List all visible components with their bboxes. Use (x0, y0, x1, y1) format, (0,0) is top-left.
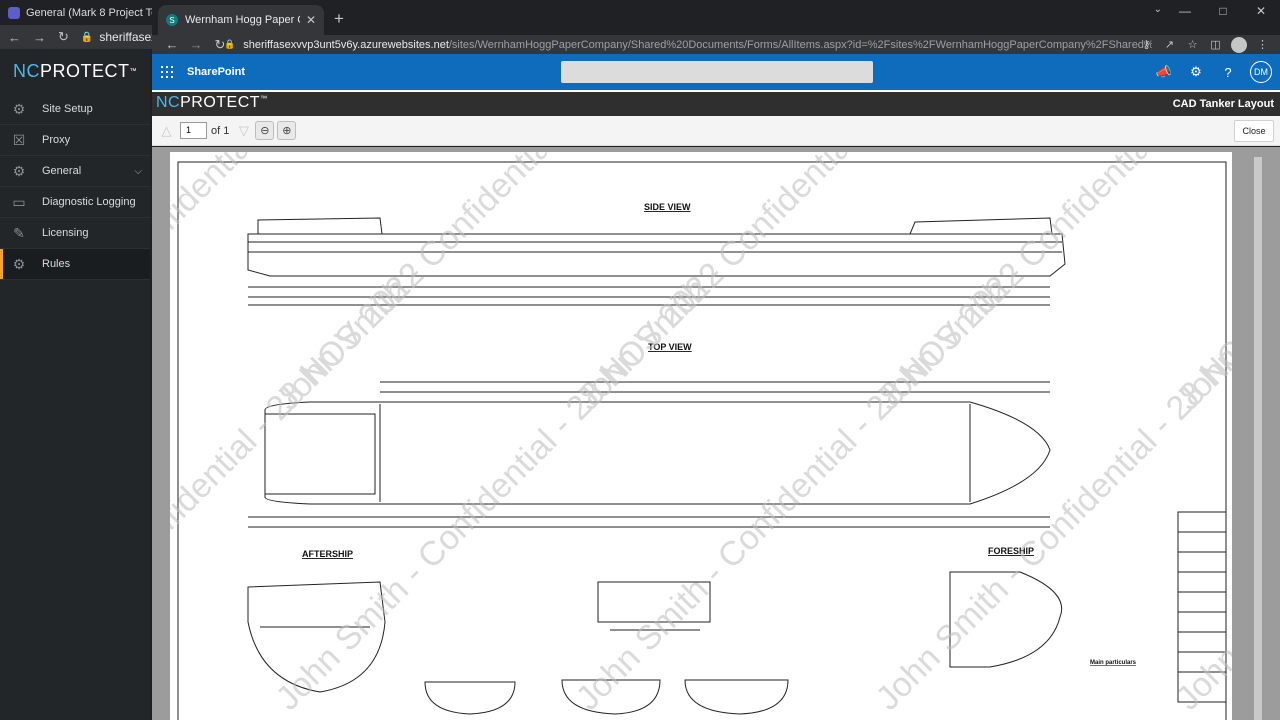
chevron-down-icon[interactable]: ⌵ (134, 166, 142, 177)
next-page-icon[interactable]: ▽ (235, 123, 252, 139)
sidebar-item-label: Rules (42, 258, 71, 270)
title-block (1177, 511, 1227, 703)
foreship-drawing (949, 571, 1062, 668)
lock-icon: 🔒 (224, 39, 236, 49)
close-window-icon[interactable]: ✕ (1242, 0, 1280, 22)
sharepoint-title[interactable]: SharePoint (187, 66, 245, 78)
browser-window: S Wernham Hogg Paper Company ✕ + ⌄ — □ ✕… (152, 0, 1280, 720)
section-drawings (424, 581, 789, 715)
gear-icon: ⚙ (12, 162, 26, 179)
background-browser-window: General (Mark 8 Project Team) | S ← → ↻ … (0, 0, 152, 720)
side-view-label: SIDE VIEW (644, 202, 691, 212)
tab-strip: S Wernham Hogg Paper Company ✕ + ⌄ — □ ✕ (152, 0, 1280, 35)
app-launcher-icon[interactable] (161, 66, 173, 78)
chevron-down-icon[interactable]: ⌄ (1154, 4, 1162, 15)
monitor-icon: ▭ (12, 193, 26, 210)
top-view-drawing (248, 381, 1051, 528)
lock-icon: 🔒 (80, 31, 94, 43)
sidebar-item-diagnostic-logging[interactable]: ▭ Diagnostic Logging (0, 187, 150, 218)
sidebar-item-licensing[interactable]: ✎ Licensing (0, 218, 150, 249)
logo-tm: ™ (129, 68, 137, 75)
close-tab-icon[interactable]: ✕ (306, 13, 316, 27)
viewer-header: NCPROTECT™ CAD Tanker Layout (152, 90, 1280, 116)
settings-gear-icon[interactable]: ⚙ (1180, 64, 1212, 80)
document-title: CAD Tanker Layout (1172, 98, 1274, 110)
minimize-icon[interactable]: — (1166, 0, 1204, 22)
toolbar-actions: ⚷ ↗ ☆ ◫ ⋮ (1135, 35, 1274, 54)
document-page: SIDE VIEW TOP VIEW AFTERSHIP FORESHIP Ma… (170, 152, 1232, 720)
main-particulars-label: Main particulars (1090, 660, 1137, 666)
tab-title: Wernham Hogg Paper Company (185, 14, 300, 26)
close-button[interactable]: Close (1234, 120, 1274, 142)
ncprotect-sidebar: NC PROTECT ™ ⚙ Site Setup ☒ Proxy ⚙ General ⌵ ▭ Di… (0, 49, 150, 720)
cad-drawing: SIDE VIEW TOP VIEW AFTERSHIP FORESHIP Ma… (177, 161, 1227, 720)
forward-icon[interactable]: → (184, 37, 208, 52)
page-number-input[interactable]: 1 (180, 122, 207, 139)
document-viewport[interactable]: SIDE VIEW TOP VIEW AFTERSHIP FORESHIP Ma… (152, 147, 1280, 720)
top-view-label: TOP VIEW (648, 342, 692, 352)
sidebar-item-general[interactable]: ⚙ General ⌵ (0, 156, 150, 187)
window-controls: — □ ✕ (1166, 0, 1280, 22)
search-input[interactable] (561, 61, 873, 83)
logo-nc: NC (12, 61, 40, 81)
sharepoint-favicon: S (166, 14, 178, 26)
back-icon[interactable]: ← (8, 30, 21, 45)
reload-icon[interactable]: ↻ (58, 29, 69, 45)
back-icon[interactable]: ← (160, 37, 184, 52)
sidebar-item-label: Diagnostic Logging (42, 196, 136, 208)
sharepoint-actions: 📣 ⚙ ? DM (1148, 54, 1272, 90)
logo-nc: NC (156, 94, 181, 111)
background-toolbar: ← → ↻ 🔒 sheriffasexvvp (0, 25, 152, 49)
logo-protect: PROTECT (39, 61, 130, 81)
forward-icon[interactable]: → (33, 30, 46, 45)
proxy-icon: ☒ (12, 131, 26, 148)
star-icon[interactable]: ☆ (1181, 38, 1204, 51)
maximize-icon[interactable]: □ (1204, 0, 1242, 22)
document-edit-icon: ✎ (13, 224, 25, 241)
aftership-drawing (247, 581, 386, 693)
user-avatar[interactable]: DM (1250, 61, 1272, 83)
url-path: /sites/WernhamHoggPaperCompany/Shared%20… (448, 38, 1152, 51)
active-tab[interactable]: S Wernham Hogg Paper Company ✕ (158, 5, 324, 35)
profile-avatar[interactable] (1231, 36, 1247, 53)
sidebar-item-label: Licensing (42, 227, 89, 239)
key-icon[interactable]: ⚷ (1135, 38, 1158, 51)
sidebar-item-label: Site Setup (42, 103, 93, 115)
browser-toolbar: ← → ↻ 🔒 sheriffasexvvp3unt5v6y.azurewebs… (152, 35, 1280, 54)
sharepoint-header: SharePoint 📣 ⚙ ? DM (152, 54, 1280, 90)
gear-icon: ⚙ (12, 100, 26, 117)
url-host: sheriffasexvvp3unt5v6y.azurewebsites.net (243, 38, 449, 51)
zoom-in-icon[interactable]: ⊕ (277, 121, 297, 140)
menu-icon[interactable]: ⋮ (1251, 38, 1274, 51)
zoom-out-icon[interactable]: ⊖ (255, 121, 275, 140)
viewer-ncprotect-logo: NCPROTECT™ (156, 94, 268, 112)
help-icon[interactable]: ? (1212, 65, 1244, 80)
background-tab-title: General (Mark 8 Project Team) | S (26, 6, 152, 19)
ncprotect-logo: NC PROTECT ™ (0, 49, 150, 94)
page-count-label: of 1 (211, 124, 230, 137)
aftership-label: AFTERSHIP (302, 549, 353, 559)
sidebar-item-rules[interactable]: ⚙ Rules (0, 249, 150, 280)
teams-icon (8, 6, 20, 19)
side-view-drawing (247, 217, 1066, 306)
background-address[interactable]: sheriffasexvvp (99, 30, 152, 44)
viewer-toolbar: △ 1 of 1 ▽ ⊖ ⊕ Close (152, 116, 1280, 146)
share-icon[interactable]: ↗ (1158, 38, 1181, 51)
background-tab[interactable]: General (Mark 8 Project Team) | S (0, 0, 152, 25)
sidebar-item-label: Proxy (42, 134, 71, 146)
logo-tm: ™ (260, 95, 268, 103)
gear-icon: ⚙ (12, 255, 26, 272)
vertical-scrollbar[interactable] (1254, 157, 1262, 720)
sidebar-item-label: General (42, 165, 82, 177)
sidebar-item-site-setup[interactable]: ⚙ Site Setup (0, 94, 150, 125)
logo-protect: PROTECT (180, 94, 261, 111)
new-tab-button[interactable]: + (334, 9, 344, 29)
sidebar-item-proxy[interactable]: ☒ Proxy (0, 125, 150, 156)
previous-page-icon[interactable]: △ (158, 123, 175, 139)
foreship-label: FORESHIP (988, 546, 1034, 556)
address-bar[interactable]: 🔒 sheriffasexvvp3unt5v6y.azurewebsites.n… (224, 35, 1152, 54)
megaphone-icon[interactable]: 📣 (1148, 64, 1180, 80)
side-panel-icon[interactable]: ◫ (1204, 38, 1227, 51)
